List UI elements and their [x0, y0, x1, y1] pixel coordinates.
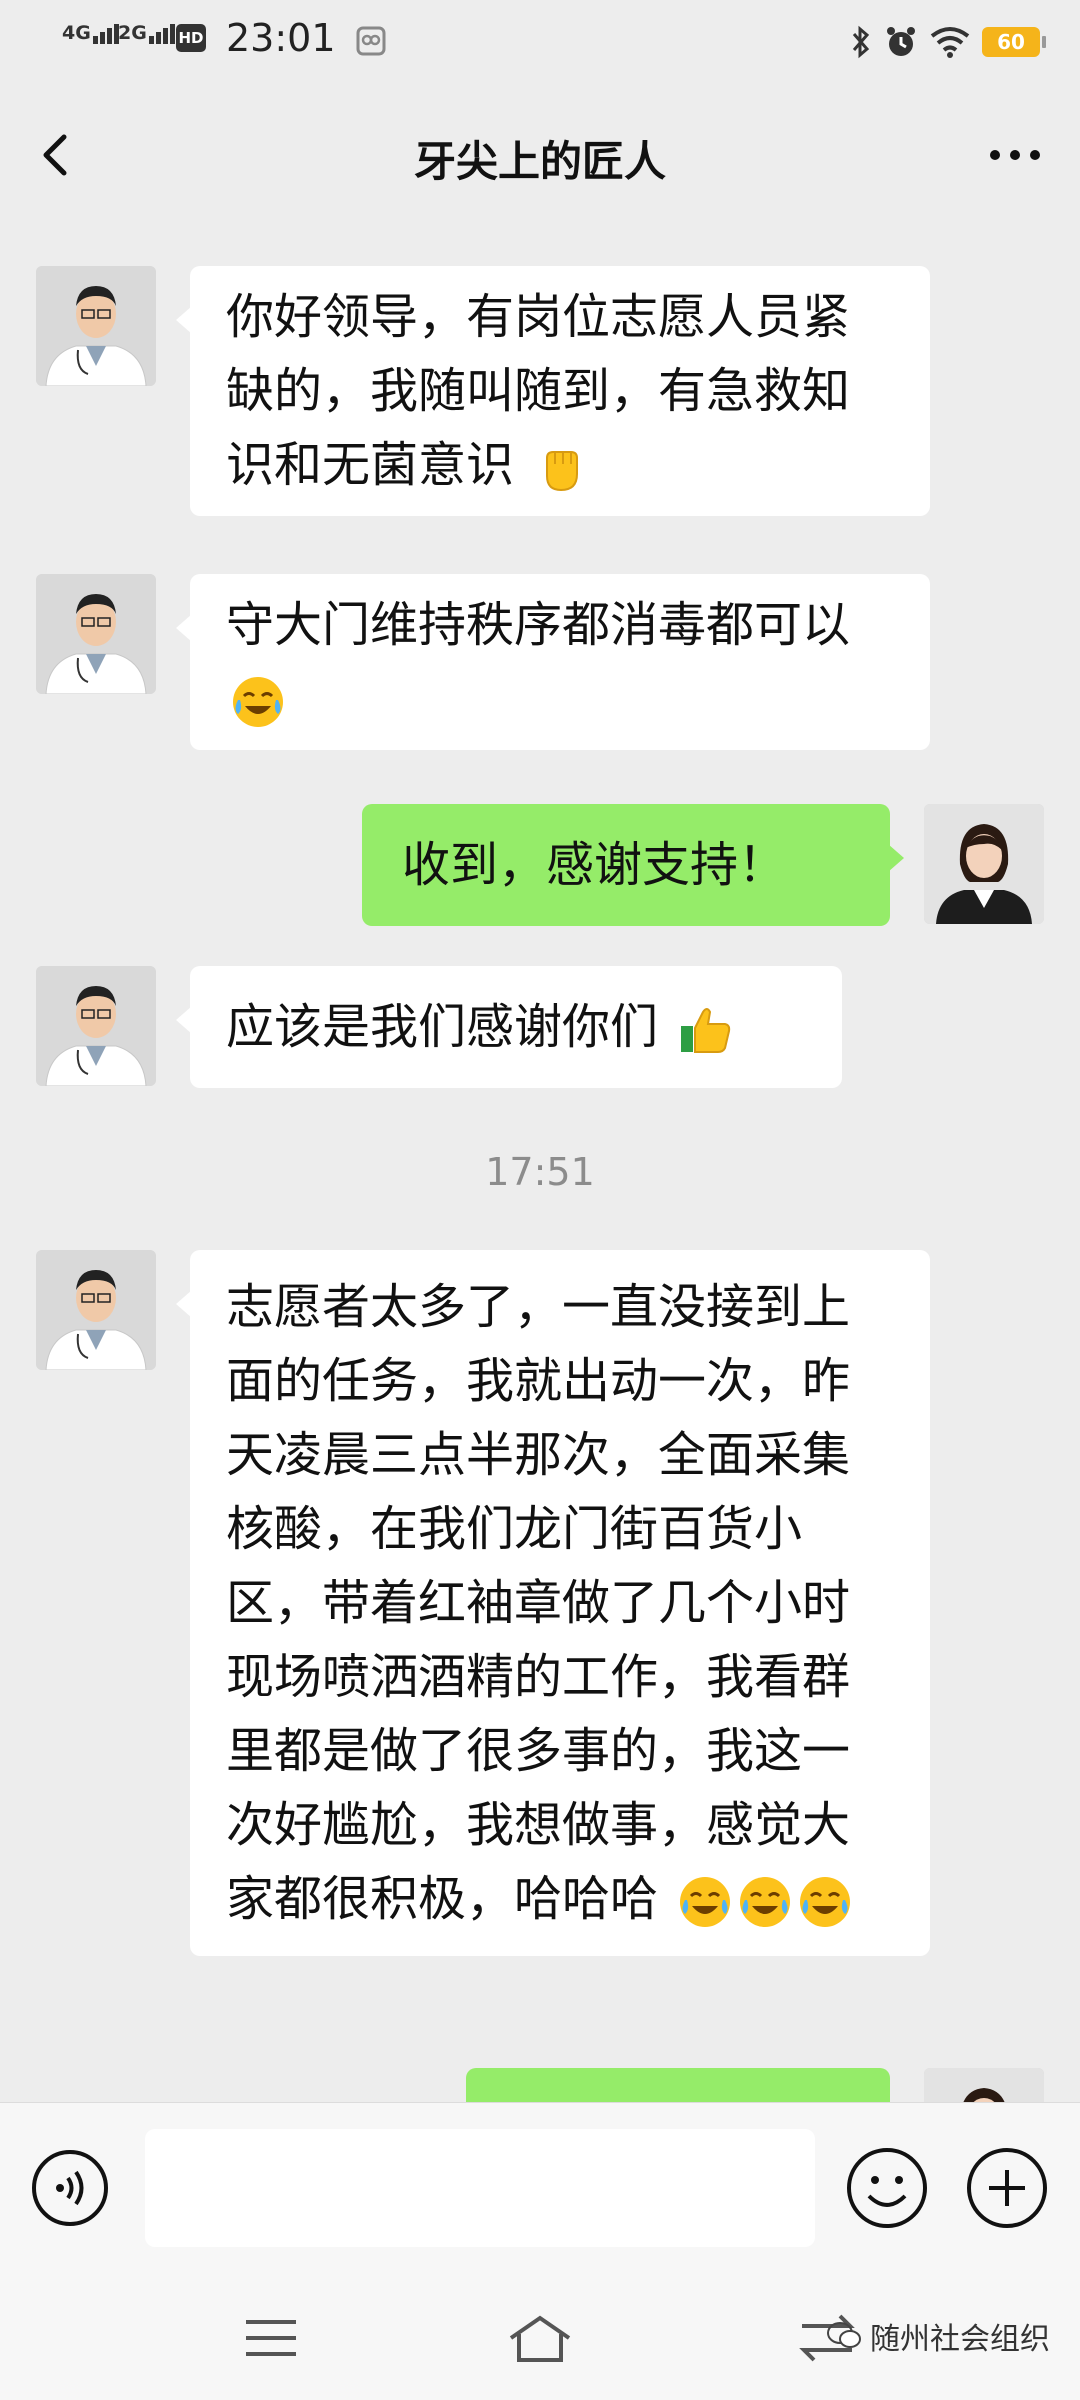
menu-icon[interactable] [236, 2310, 306, 2366]
avatar[interactable] [36, 1250, 156, 1370]
woman-avatar-icon [924, 2068, 1044, 2102]
avatar[interactable] [36, 966, 156, 1086]
battery-indicator: 60 [982, 27, 1046, 57]
message-bubble[interactable]: 守大门维持秩序都消毒都可以 [176, 574, 930, 750]
system-navigation-bar: 随州社会组织 [0, 2272, 1080, 2400]
message-timestamp: 17:51 [485, 1150, 595, 1194]
message-input[interactable] [145, 2129, 815, 2247]
chat-header: 牙尖上的匠人 [0, 100, 1080, 210]
voice-input-icon[interactable] [30, 2148, 110, 2228]
doctor-avatar-icon [36, 574, 156, 694]
doctor-avatar-icon [36, 1250, 156, 1370]
more-functions-plus-icon[interactable] [965, 2146, 1049, 2230]
self-avatar[interactable] [924, 2068, 1044, 2102]
thumbs-up-icon [681, 1008, 731, 1053]
hd-voice-badge: HD [176, 24, 206, 52]
self-avatar[interactable] [924, 804, 1044, 924]
more-options-icon[interactable] [980, 125, 1050, 185]
sim1-signal: 4G [62, 22, 121, 44]
avatar[interactable] [36, 266, 156, 386]
laughing-tears-icon [740, 1877, 791, 1927]
wechat-logo-icon [827, 2322, 861, 2348]
emoji-picker-icon[interactable] [845, 2146, 929, 2230]
message-list[interactable]: 你好领导，有岗位志愿人员紧缺的，我随叫随到，有急救知识和无菌意识 守大门维持秩序… [0, 230, 1080, 2102]
avatar[interactable] [36, 574, 156, 694]
woman-avatar-icon [924, 804, 1044, 924]
message-text: 收到，感谢支持！ [402, 837, 787, 893]
message-text: 应该是我们感谢你们 [226, 999, 659, 1055]
message-text: 守大门维持秩序都消毒都可以 [226, 597, 851, 653]
message-bubble[interactable]: 志愿者太多了，一直没接到上面的任务，我就出动一次，昨天凌晨三点半那次，全面采集核… [176, 1250, 930, 1956]
raised-fist-icon [546, 451, 579, 492]
doctor-avatar-icon [36, 266, 156, 386]
wifi-icon [930, 27, 970, 58]
message-bubble-self[interactable] [466, 2068, 890, 2102]
laughing-tears-icon [800, 1877, 851, 1927]
message-bubble[interactable]: 应该是我们感谢你们 [176, 966, 842, 1088]
sim2-signal: 2G [118, 22, 177, 44]
signal-bars-icon [92, 22, 121, 44]
chat-input-bar [0, 2102, 1080, 2273]
message-bubble[interactable]: 你好领导，有岗位志愿人员紧缺的，我随叫随到，有急救知识和无菌意识 [176, 266, 930, 516]
message-text: 志愿者太多了，一直没接到上面的任务，我就出动一次，昨天凌晨三点半那次，全面采集核… [226, 1279, 851, 1927]
laughing-tears-icon [233, 677, 283, 727]
sim1-network-type: 4G [62, 22, 91, 44]
signal-bars-icon [148, 22, 177, 44]
alarm-clock-icon [887, 27, 915, 56]
watermark: 随州社会组织 [826, 2314, 1050, 2358]
laughing-tears-icon [680, 1877, 731, 1927]
doctor-avatar-icon [36, 966, 156, 1086]
status-bar: 4G 2G HD 23:01 60 [0, 0, 1080, 84]
app-notification-icon [356, 26, 386, 56]
message-bubble-self[interactable]: 收到，感谢支持！ [362, 804, 904, 926]
home-icon[interactable] [505, 2310, 575, 2366]
status-time: 23:01 [226, 16, 336, 60]
bluetooth-icon [852, 25, 870, 59]
sim2-network-type: 2G [118, 22, 147, 44]
chat-title: 牙尖上的匠人 [413, 137, 666, 186]
watermark-text: 随州社会组织 [870, 2322, 1050, 2357]
